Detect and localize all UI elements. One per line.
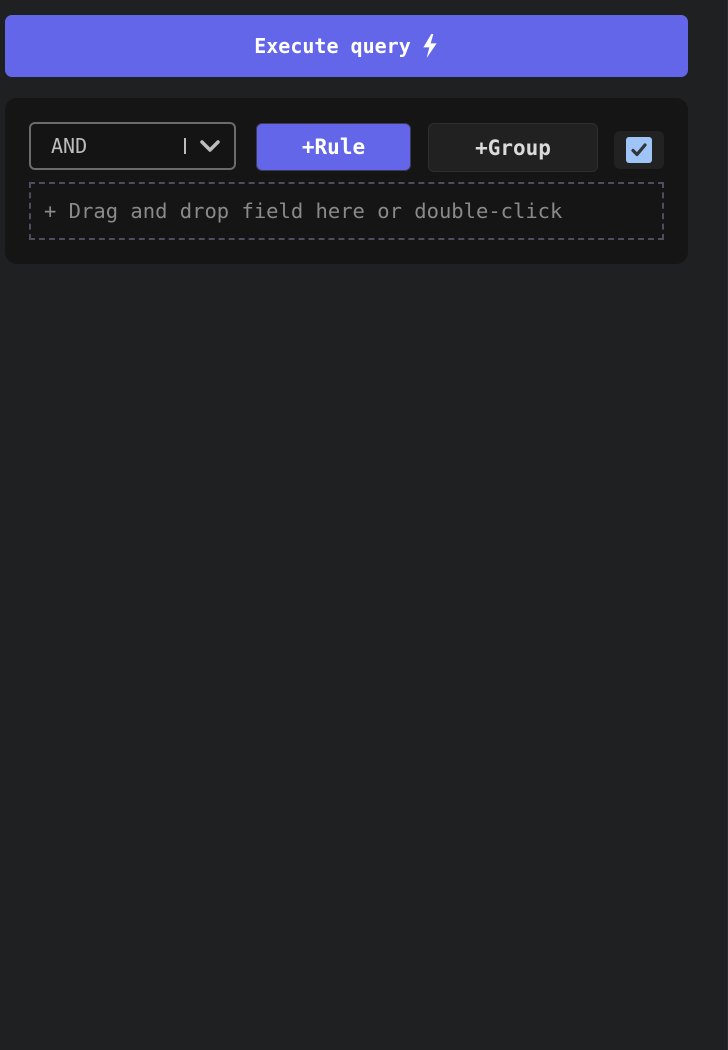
select-separator [184,138,186,154]
add-rule-button[interactable]: +Rule [256,123,411,171]
conjunction-value: AND [51,134,88,158]
conjunction-select[interactable]: AND [29,122,236,170]
checkmark-icon [631,143,647,157]
execute-query-label: Execute query [254,34,411,58]
lightning-bolt-icon [423,34,437,58]
enabled-checkbox[interactable] [626,137,652,163]
chevron-down-icon[interactable] [198,134,222,158]
query-group-panel: AND +Rule +Group + Drag and drop field h… [5,98,688,264]
enabled-toggle [614,131,664,169]
field-dropzone[interactable]: + Drag and drop field here or double-cli… [29,182,664,240]
add-group-button[interactable]: +Group [428,123,598,172]
dropzone-text: + Drag and drop field here or double-cli… [44,199,563,223]
execute-query-button[interactable]: Execute query [5,15,688,77]
